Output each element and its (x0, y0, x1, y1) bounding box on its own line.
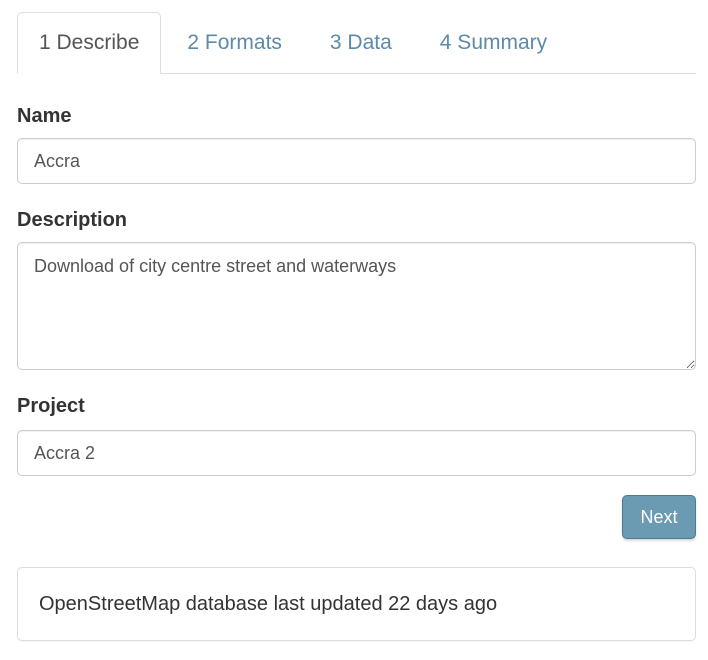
tab-describe[interactable]: 1 Describe (17, 12, 162, 74)
tab-data[interactable]: 3 Data (308, 12, 414, 73)
next-button[interactable]: Next (622, 495, 696, 539)
tab-summary[interactable]: 4 Summary (418, 12, 569, 73)
export-form-container: 1 Describe 2 Formats 3 Data 4 Summary Na… (17, 12, 696, 641)
description-label: Description (17, 209, 128, 231)
project-input[interactable] (17, 430, 696, 476)
database-status-panel: OpenStreetMap database last updated 22 d… (17, 567, 696, 641)
name-label: Name (17, 105, 72, 127)
project-label: Project (17, 395, 85, 417)
tab-formats[interactable]: 2 Formats (165, 12, 304, 73)
wizard-tabs: 1 Describe 2 Formats 3 Data 4 Summary (17, 12, 696, 74)
description-textarea[interactable]: Download of city centre street and water… (17, 242, 696, 370)
database-status-text: OpenStreetMap database last updated 22 d… (39, 592, 498, 615)
name-input[interactable] (17, 138, 696, 184)
